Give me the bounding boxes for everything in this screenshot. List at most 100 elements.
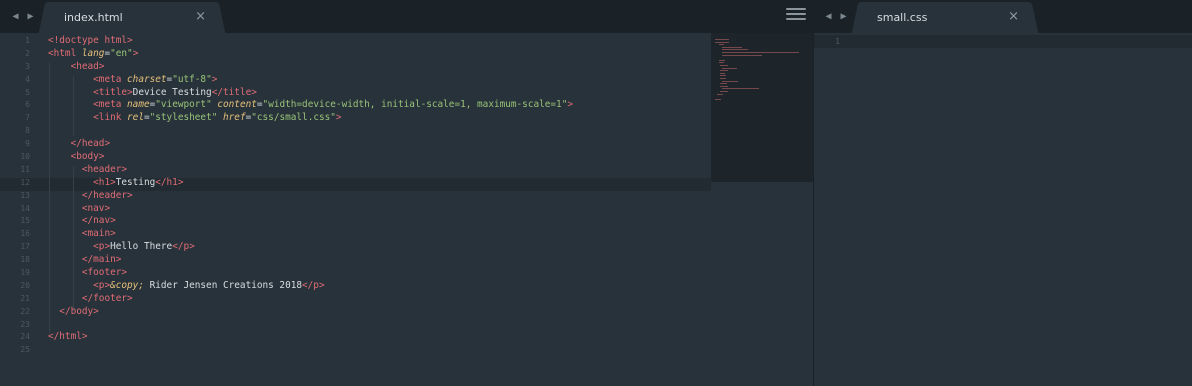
code-line[interactable]: <h1>Testing</h1>	[48, 177, 710, 190]
code-line[interactable]: <p>&copy; Rider Jensen Creations 2018</p…	[48, 280, 710, 293]
line-number: 2	[25, 48, 30, 58]
code-line[interactable]: </head>	[48, 138, 710, 151]
code-token: "stylesheet"	[149, 112, 218, 124]
line-number: 5	[25, 87, 30, 97]
editor-pane-index-html[interactable]: 1 2 3 4 5 6 7 8 9 10 11 12 13 14 15 16 17 18 19 20 21 22 23 24 2…	[0, 33, 813, 386]
tab-small-css[interactable]: small.css ×	[861, 2, 1029, 33]
code-token: <meta	[93, 73, 128, 85]
code-line[interactable]	[48, 344, 710, 357]
code-token: Device Testing	[132, 86, 212, 98]
code-token: charset	[127, 73, 167, 85]
minimap-line	[720, 83, 727, 85]
code-line[interactable]: </footer>	[48, 293, 710, 306]
code-token: "utf-8"	[172, 73, 212, 85]
code-token: <head>	[70, 60, 105, 72]
code-line[interactable]: <html lang="en">	[48, 48, 710, 61]
code-line[interactable]: <main>	[48, 228, 710, 241]
close-icon[interactable]: ×	[195, 10, 206, 24]
code-token: </head>	[70, 138, 111, 150]
minimap-line	[716, 93, 724, 95]
editor-pane-small-css[interactable]: 1	[814, 33, 1192, 386]
line-number: 3	[25, 61, 30, 71]
line-number: 1	[25, 36, 30, 45]
minimap-line	[720, 65, 728, 66]
editor-window: ◀ ▶ index.html × ◀ ▶ small.css × 1234567…	[0, 0, 1192, 386]
code-token: <!doctype html>	[48, 35, 133, 46]
line-number: 23	[20, 319, 30, 329]
code-line[interactable]: <header>	[48, 164, 710, 177]
code-line[interactable]: <meta charset="utf-8">	[48, 74, 710, 87]
code-token: "en"	[110, 47, 133, 59]
code-line[interactable]: </html>	[48, 331, 710, 344]
code-token: "css/small.css"	[251, 112, 336, 124]
code-token: >	[211, 73, 218, 85]
code-line[interactable]: <p>Hello There</p>	[48, 241, 710, 254]
code-line[interactable]: <head>	[48, 61, 710, 74]
code-token: <header>	[81, 163, 128, 175]
code-token: name	[127, 99, 150, 111]
line-number: 25	[20, 345, 30, 355]
code-line[interactable]: </body>	[48, 306, 710, 319]
code-token: <p>	[93, 241, 111, 253]
code-token: >	[335, 112, 342, 124]
code-token: <h1>	[93, 176, 116, 188]
line-number: 18	[20, 255, 30, 265]
code-token: "viewport"	[155, 99, 212, 111]
back-arrow-icon[interactable]: ◀	[823, 11, 834, 22]
code-line[interactable]: <title>Device Testing</title>	[48, 87, 710, 100]
code-line[interactable]: </nav>	[48, 215, 710, 228]
code-token: </footer>	[81, 292, 133, 304]
code-line[interactable]: </main>	[48, 254, 710, 267]
code-line[interactable]: <body>	[48, 151, 710, 164]
code-line[interactable]: <link rel="stylesheet" href="css/small.c…	[48, 112, 710, 125]
code-token: <p>	[93, 279, 111, 291]
code-line[interactable]	[48, 125, 710, 138]
minimap-line	[722, 67, 737, 69]
code-line[interactable]	[48, 319, 710, 332]
code-token: >	[567, 99, 573, 111]
code-token: </nav>	[81, 215, 116, 227]
forward-arrow-icon[interactable]: ▶	[25, 11, 36, 22]
minimap-line	[722, 52, 799, 53]
menu-icon[interactable]	[786, 8, 806, 22]
line-number: 17	[20, 242, 30, 252]
line-number: 11	[20, 164, 30, 174]
code-line[interactable]: <meta name="viewport" content="width=dev…	[48, 99, 710, 112]
forward-arrow-icon[interactable]: ▶	[838, 11, 849, 22]
code-token: <meta	[93, 99, 128, 111]
code-area[interactable]: <!doctype html> <html lang="en"> <head> <…	[48, 35, 710, 357]
minimap-line	[718, 59, 725, 61]
minimap-line	[720, 72, 725, 74]
code-token: content	[217, 99, 257, 111]
tab-index-html[interactable]: index.html ×	[48, 2, 216, 33]
code-line[interactable]: <footer>	[48, 267, 710, 280]
line-number: 14	[20, 203, 30, 213]
line-number: 20	[20, 280, 30, 290]
minimap-line	[722, 49, 749, 51]
back-arrow-icon[interactable]: ◀	[10, 11, 21, 22]
minimap-line	[722, 46, 742, 48]
minimap-line	[720, 91, 729, 92]
line-number: 6	[25, 100, 30, 110]
line-number: 4	[25, 74, 30, 84]
code-line[interactable]: <!doctype html>	[48, 35, 710, 48]
code-token: </header>	[81, 189, 133, 201]
line-number: 13	[20, 190, 30, 200]
code-line[interactable]: <nav>	[48, 203, 710, 216]
minimap[interactable]	[711, 33, 813, 182]
code-token: <main>	[81, 228, 116, 240]
code-line[interactable]: </header>	[48, 190, 710, 203]
code-token: >	[132, 47, 139, 59]
code-token: <nav>	[81, 202, 111, 214]
close-icon[interactable]: ×	[1008, 10, 1019, 24]
code-token: <html	[48, 47, 82, 59]
left-pane-nav: ◀ ▶	[10, 0, 36, 33]
